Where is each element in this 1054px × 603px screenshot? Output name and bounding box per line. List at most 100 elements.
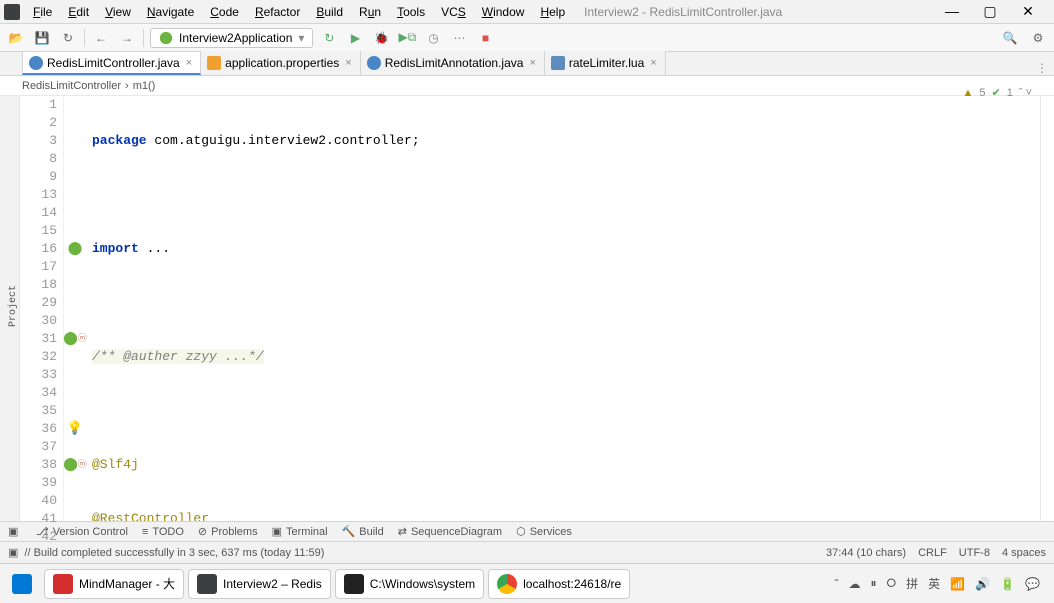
- menu-view[interactable]: View: [98, 3, 138, 21]
- crumb-class[interactable]: RedisLimitController: [22, 80, 121, 92]
- menu-tools[interactable]: Tools: [390, 3, 432, 21]
- tab-label: RedisLimitAnnotation.java: [385, 56, 524, 70]
- problems-button[interactable]: ⊘ Problems: [198, 525, 258, 538]
- tray-icon[interactable]: ⏸: [871, 576, 877, 591]
- tab-label: application.properties: [225, 56, 339, 70]
- ide-logo-icon: [4, 4, 20, 20]
- sync-icon[interactable]: ↻: [58, 28, 78, 48]
- menu-bar: File Edit View Navigate Code Refactor Bu…: [0, 0, 1054, 24]
- menu-help[interactable]: Help: [533, 3, 572, 21]
- file-encoding[interactable]: UTF-8: [959, 547, 990, 559]
- taskbar-app-cmd[interactable]: C:\Windows\system: [335, 569, 484, 599]
- code-editor[interactable]: package com.atguigu.interview2.controlle…: [86, 96, 1040, 521]
- close-tab-icon[interactable]: ×: [345, 57, 351, 69]
- start-button[interactable]: [4, 570, 40, 598]
- taskbar-app-chrome[interactable]: localhost:24618/re: [488, 569, 630, 599]
- close-tab-icon[interactable]: ×: [650, 57, 656, 69]
- menu-code[interactable]: Code: [203, 3, 246, 21]
- tab-label: RedisLimitController.java: [47, 56, 180, 70]
- line-separator[interactable]: CRLF: [918, 547, 947, 559]
- tray-notif-icon[interactable]: 💬: [1025, 577, 1040, 591]
- search-icon[interactable]: 🔍: [1000, 28, 1020, 48]
- tab-ratelimiter-lua[interactable]: rateLimiter.lua ×: [545, 51, 666, 75]
- tab-redislimitannotation[interactable]: RedisLimitAnnotation.java ×: [361, 51, 545, 75]
- tab-application-properties[interactable]: application.properties ×: [201, 51, 361, 75]
- windows-taskbar: MindManager - 大 Interview2 – Redis C:\Wi…: [0, 563, 1054, 603]
- attach-icon[interactable]: ⋯: [449, 28, 469, 48]
- todo-button[interactable]: ≡ TODO: [142, 526, 184, 538]
- run-config-selector[interactable]: Interview2Application ▾: [150, 28, 313, 48]
- breadcrumb: RedisLimitController m1(): [0, 76, 1054, 96]
- indent-setting[interactable]: 4 spaces: [1002, 547, 1046, 559]
- status-indicator-icon[interactable]: ▣: [8, 546, 18, 559]
- profile-icon[interactable]: ◷: [423, 28, 443, 48]
- tray-wifi-icon[interactable]: 📶: [950, 577, 965, 591]
- run-icon[interactable]: ▶: [345, 28, 365, 48]
- menu-navigate[interactable]: Navigate: [140, 3, 201, 21]
- menu-window[interactable]: Window: [475, 3, 532, 21]
- forward-icon[interactable]: →: [117, 28, 137, 48]
- tray-icon[interactable]: ☁: [849, 577, 861, 591]
- tabs-dropdown-icon[interactable]: ⋮: [1036, 61, 1048, 75]
- class-gutter-icon[interactable]: ⬤: [64, 240, 86, 258]
- open-icon[interactable]: 📂: [6, 28, 26, 48]
- prop-icon: [207, 56, 221, 70]
- settings-icon[interactable]: ⚙: [1028, 28, 1048, 48]
- editor-tabs: RedisLimitController.java × application.…: [0, 52, 1054, 76]
- tray-volume-icon[interactable]: 🔊: [975, 577, 990, 591]
- coverage-icon[interactable]: ▶⧉: [397, 28, 417, 48]
- right-scrollbar[interactable]: [1040, 96, 1054, 521]
- cursor-position[interactable]: 37:44 (10 chars): [826, 547, 906, 559]
- menu-build[interactable]: Build: [309, 3, 350, 21]
- menu-vcs[interactable]: VCS: [434, 3, 473, 21]
- class-icon: [367, 56, 381, 70]
- bottom-tool-stripe: ▣ ⎇ Version Control ≡ TODO ⊘ Problems ▣ …: [0, 521, 1054, 541]
- tray-ime-icon[interactable]: 拼: [906, 575, 918, 592]
- project-title: Interview2 - RedisLimitController.java: [584, 5, 782, 19]
- back-icon[interactable]: ←: [91, 28, 111, 48]
- method-gutter-icon[interactable]: ⬤ⓜ: [64, 330, 86, 348]
- class-icon: [29, 56, 43, 70]
- maximize-button[interactable]: ▢: [976, 3, 1004, 20]
- build-button[interactable]: 🔨 Build: [342, 525, 384, 538]
- tray-lang-icon[interactable]: 英: [928, 575, 940, 592]
- save-icon[interactable]: 💾: [32, 28, 52, 48]
- debug-icon[interactable]: 🐞: [371, 28, 391, 48]
- system-tray[interactable]: ˆ ☁ ⏸ ⭘ 拼 英 📶 🔊 🔋 💬: [835, 575, 1050, 592]
- crumb-method[interactable]: m1(): [133, 80, 156, 92]
- menu-edit[interactable]: Edit: [61, 3, 96, 21]
- sequencediagram-button[interactable]: ⇄ SequenceDiagram: [398, 525, 502, 538]
- close-tab-icon[interactable]: ×: [529, 57, 535, 69]
- close-tab-icon[interactable]: ×: [186, 57, 192, 69]
- minimize-button[interactable]: —: [938, 3, 966, 20]
- project-tool-button[interactable]: Project: [8, 285, 19, 327]
- close-button[interactable]: ✕: [1014, 3, 1042, 20]
- taskbar-app-intellij[interactable]: Interview2 – Redis: [188, 569, 331, 599]
- lua-icon: [551, 56, 565, 70]
- stop-icon[interactable]: ■: [475, 28, 495, 48]
- tray-chevron-icon[interactable]: ˆ: [835, 577, 839, 591]
- run-config-name: Interview2Application: [179, 31, 292, 45]
- left-tool-stripe: Project Bookmarks Structure: [0, 96, 20, 521]
- method-gutter-icon[interactable]: ⬤ⓜ: [64, 456, 86, 474]
- services-button[interactable]: ⬡ Services: [516, 525, 572, 538]
- tab-redislimitcontroller[interactable]: RedisLimitController.java ×: [22, 51, 201, 75]
- spring-icon: [159, 31, 173, 45]
- main-toolbar: 📂 💾 ↻ ← → Interview2Application ▾ ↻ ▶ 🐞 …: [0, 24, 1054, 52]
- run-rerun-icon[interactable]: ↻: [319, 28, 339, 48]
- tray-icon[interactable]: ⭘: [887, 576, 897, 591]
- menu-run[interactable]: Run: [352, 3, 388, 21]
- tray-battery-icon[interactable]: 🔋: [1000, 577, 1015, 591]
- marker-column: ⬤ ⬤ⓜ 💡 ⬤ⓜ: [64, 96, 86, 521]
- bulb-icon[interactable]: 💡: [64, 420, 86, 438]
- editor-area: Project Bookmarks Structure 123891314151…: [0, 96, 1054, 521]
- terminal-button[interactable]: ▣ Terminal: [272, 525, 328, 538]
- menu-file[interactable]: File: [26, 3, 59, 21]
- line-gutter[interactable]: 1238913141516171829303132333435363738394…: [20, 96, 64, 521]
- status-message: // Build completed successfully in 3 sec…: [24, 547, 324, 559]
- dropdown-icon: ▾: [298, 31, 304, 45]
- bookmarks-tool-button[interactable]: Bookmarks: [0, 279, 4, 333]
- taskbar-app-mindmanager[interactable]: MindManager - 大: [44, 569, 184, 599]
- status-bar: ▣ // Build completed successfully in 3 s…: [0, 541, 1054, 563]
- menu-refactor[interactable]: Refactor: [248, 3, 307, 21]
